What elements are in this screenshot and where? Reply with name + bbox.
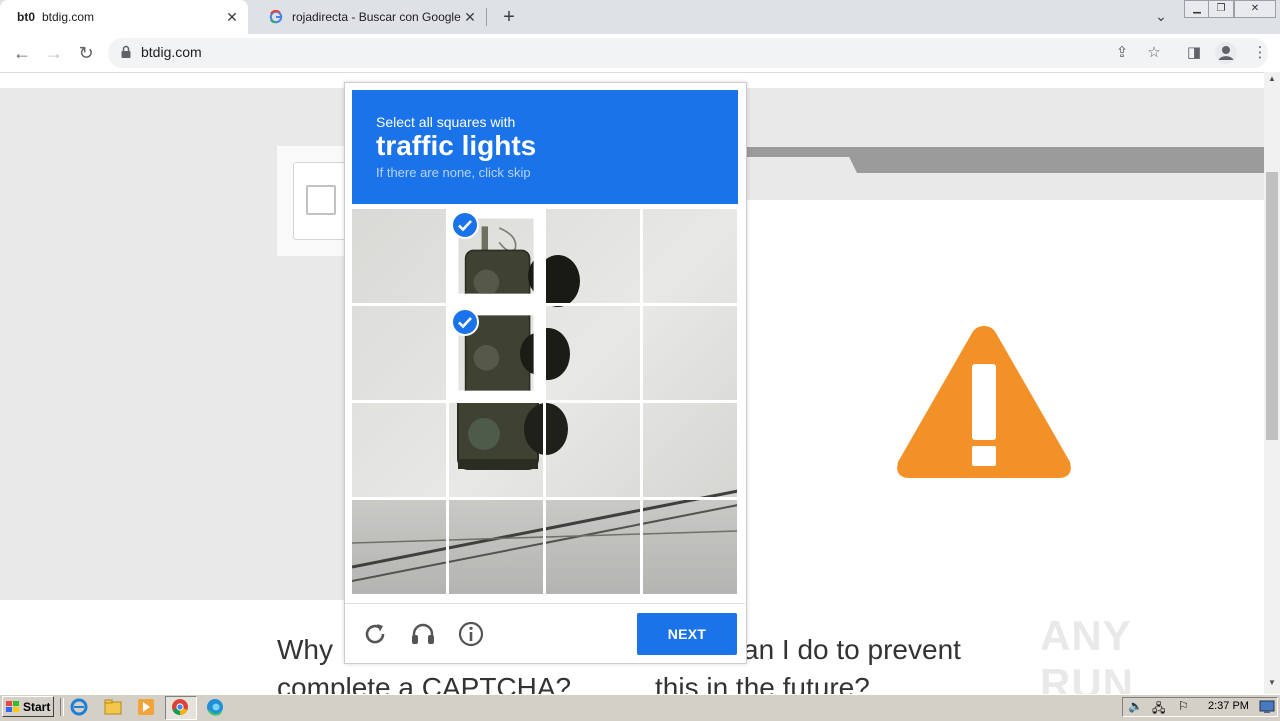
menu-kebab-icon[interactable]: ⋮ [1250,44,1270,62]
restore-icon[interactable]: ❐ [1208,0,1234,18]
next-button[interactable]: NEXT [637,613,737,655]
action-center-flag-icon[interactable]: ⚐ [1178,699,1189,713]
faq-question-why: Why [277,634,333,665]
captcha-tile[interactable] [352,209,446,303]
captcha-tile[interactable] [352,500,446,594]
volume-icon[interactable]: 🔈 [1128,699,1143,713]
tile-selected-check-icon [451,308,479,336]
anyrun-watermark-logo: ANY RUN [1040,612,1235,707]
new-tab-button[interactable]: + [498,6,520,28]
tab-search-chevron-icon[interactable]: ⌄ [1152,6,1170,26]
share-icon[interactable]: ⇪ [1112,44,1132,62]
close-tab-icon[interactable]: ✕ [462,9,478,25]
edge-icon[interactable] [206,698,224,716]
lock-icon[interactable] [120,45,132,59]
captcha-tile[interactable] [352,306,446,400]
recaptcha-checkbox[interactable] [306,185,336,215]
captcha-footer-divider [345,603,745,604]
minimize-icon[interactable]: ▁ [1184,0,1210,18]
scroll-up-arrow-icon[interactable]: ▲ [1264,74,1280,86]
back-arrow-icon[interactable]: ← [10,42,34,64]
file-explorer-icon[interactable] [104,698,122,716]
chrome-icon[interactable] [171,698,189,716]
taskbar-clock[interactable]: 2:37 PM [1208,700,1249,712]
internet-explorer-icon[interactable] [70,698,88,716]
captcha-tile[interactable] [352,403,446,497]
captcha-tile[interactable] [449,403,543,497]
btdig-favicon: bt0 [17,10,35,24]
faq-question-prevent: can I do to prevent [729,634,961,665]
captcha-tile[interactable] [643,209,737,303]
tab-title: rojadirecta - Buscar con Google [292,10,461,24]
start-label: Start [23,699,51,714]
captcha-instruction: Select all squares with [376,114,516,130]
captcha-tile[interactable] [449,500,543,594]
captcha-tile[interactable] [546,209,640,303]
bookmark-star-icon[interactable]: ☆ [1144,44,1164,62]
media-player-icon[interactable] [137,698,155,716]
info-icon[interactable] [457,620,485,648]
profile-avatar-icon[interactable] [1214,41,1238,65]
close-tab-icon[interactable]: ✕ [224,9,240,25]
captcha-target-object: traffic lights [376,130,537,161]
anyrun-watermark-text: ANY RUN [1040,612,1134,707]
url-text[interactable]: btdig.com [141,44,202,60]
captcha-tile[interactable] [643,403,737,497]
side-panel-icon[interactable]: ◨ [1184,44,1204,62]
captcha-image-grid [352,209,738,596]
address-bar[interactable] [108,38,1268,68]
windows-logo-icon [6,700,19,712]
google-favicon-icon [268,9,284,25]
close-window-icon[interactable]: ✕ [1234,0,1276,18]
scroll-down-arrow-icon[interactable]: ▼ [1264,678,1280,690]
audio-headphones-icon[interactable] [409,620,437,648]
tab-google-search[interactable]: rojadirecta - Buscar con Google ✕ [250,0,486,34]
warning-icon [897,326,1071,478]
show-desktop-icon[interactable] [1259,700,1275,714]
reload-icon[interactable] [361,620,389,648]
taskbar-separator [60,698,64,716]
captcha-tile[interactable] [546,306,640,400]
captcha-tile[interactable] [546,500,640,594]
captcha-tile[interactable] [643,500,737,594]
tab-separator [486,8,487,26]
reload-page-icon[interactable]: ↻ [74,42,98,64]
tab-title: btdig.com [42,10,95,24]
captcha-tile[interactable] [546,403,640,497]
captcha-tile[interactable] [643,306,737,400]
system-tray [1122,697,1278,717]
network-icon[interactable]: 🖧 [1152,699,1165,720]
start-button[interactable]: Start [2,696,54,717]
tile-selected-check-icon [451,211,479,239]
captcha-hint: If there are none, click skip [376,165,531,180]
scrollbar-thumb[interactable] [1266,172,1278,440]
tab-btdig[interactable]: bt0 btdig.com ✕ [0,0,248,34]
forward-arrow-icon[interactable]: → [42,42,66,64]
browser-illustration-tab [745,157,857,173]
